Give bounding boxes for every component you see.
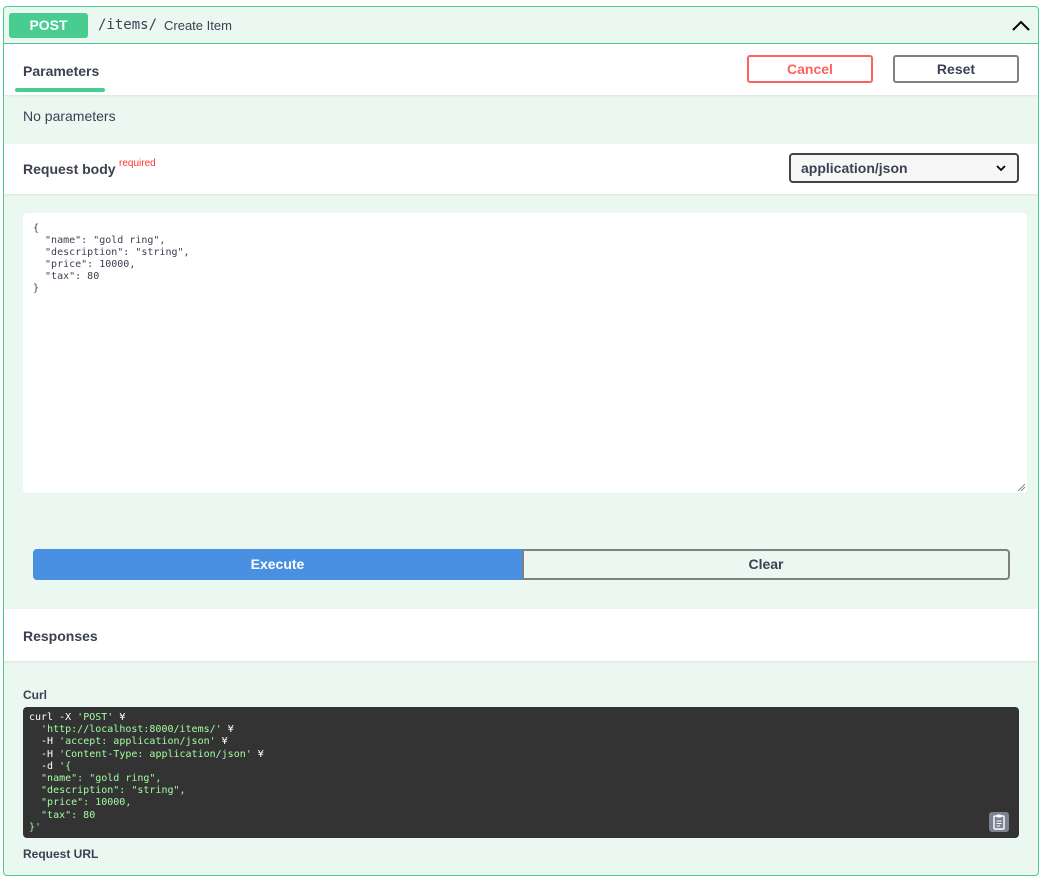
active-tab-indicator	[15, 88, 105, 92]
reset-button[interactable]: Reset	[893, 55, 1019, 83]
curl-line-prefix: -H	[29, 736, 60, 748]
curl-line-prefix: curl -X	[29, 712, 78, 723]
copy-to-clipboard-button[interactable]	[989, 812, 1009, 832]
curl-line-suffix: ¥	[215, 736, 228, 748]
chevron-down-icon	[996, 165, 1006, 172]
curl-line-suffix: ¥	[221, 724, 234, 736]
curl-line: "tax": 80	[29, 810, 1013, 822]
curl-line-string: "price": 10000,	[29, 797, 132, 809]
curl-line-string: 'Content-Type: application/json'	[59, 748, 252, 760]
responses-title: Responses	[23, 628, 98, 644]
request-body-header: Request body required application/json	[4, 144, 1038, 194]
request-body-editor[interactable]: { "name": "gold ring", "description": "s…	[23, 213, 1027, 493]
endpoint-path: /items/	[98, 17, 158, 33]
curl-label: Curl	[23, 688, 47, 702]
clipboard-icon	[993, 814, 1005, 830]
curl-line-string: 'http://localhost:8000/items/'	[41, 724, 222, 736]
cancel-button[interactable]: Cancel	[747, 55, 873, 83]
operation-block: POST /items/ Create Item Parameters Canc…	[3, 6, 1039, 876]
curl-line-prefix	[29, 724, 41, 735]
parameters-header: Parameters Cancel Reset	[4, 44, 1038, 95]
responses-header: Responses	[4, 609, 1038, 661]
curl-command-block[interactable]: curl -X 'POST' ¥ 'http://localhost:8000/…	[23, 707, 1019, 838]
curl-line-prefix: -H	[29, 748, 60, 760]
curl-line: "price": 10000,	[29, 797, 1013, 809]
curl-line-suffix: ¥	[251, 748, 264, 760]
content-type-value: application/json	[801, 160, 908, 176]
request-body-title: Request body	[23, 161, 116, 177]
curl-line-string: 'POST'	[77, 712, 114, 723]
curl-lines: curl -X 'POST' ¥ 'http://localhost:8000/…	[29, 712, 1013, 834]
no-parameters-text: No parameters	[23, 108, 116, 124]
curl-line-string: '{	[59, 760, 72, 772]
clear-button[interactable]: Clear	[522, 549, 1010, 580]
curl-line: -H 'Content-Type: application/json' ¥	[29, 749, 1013, 761]
http-method-badge: POST	[9, 13, 88, 38]
curl-line-string: 'accept: application/json'	[59, 736, 216, 748]
curl-line: "description": "string",	[29, 785, 1013, 797]
curl-line: 'http://localhost:8000/items/' ¥	[29, 724, 1013, 736]
tab-parameters[interactable]: Parameters	[23, 63, 99, 79]
curl-line: curl -X 'POST' ¥	[29, 712, 1013, 724]
curl-line: -d '{	[29, 761, 1013, 773]
curl-line-string: "description": "string",	[29, 785, 186, 797]
execute-button[interactable]: Execute	[33, 549, 522, 580]
curl-line: "name": "gold ring",	[29, 773, 1013, 785]
curl-line-string: "name": "gold ring",	[29, 773, 162, 785]
curl-line-string: }'	[29, 821, 42, 833]
curl-line-string: "tax": 80	[29, 809, 96, 821]
required-marker: required	[119, 158, 156, 169]
curl-line: -H 'accept: application/json' ¥	[29, 736, 1013, 748]
curl-line: }'	[29, 822, 1013, 834]
resize-grip-icon[interactable]	[1017, 483, 1025, 491]
chevron-up-icon[interactable]	[1010, 15, 1032, 37]
content-type-select[interactable]: application/json	[789, 153, 1019, 183]
curl-line-suffix: ¥	[113, 712, 126, 723]
request-url-label: Request URL	[23, 847, 99, 861]
curl-line-prefix: -d	[29, 760, 60, 772]
request-body-text: { "name": "gold ring", "description": "s…	[33, 223, 190, 294]
execute-wrapper: Execute Clear	[33, 549, 1010, 580]
operation-summary[interactable]: POST /items/ Create Item	[4, 7, 1038, 44]
operation-summary-text: Create Item	[164, 18, 232, 33]
